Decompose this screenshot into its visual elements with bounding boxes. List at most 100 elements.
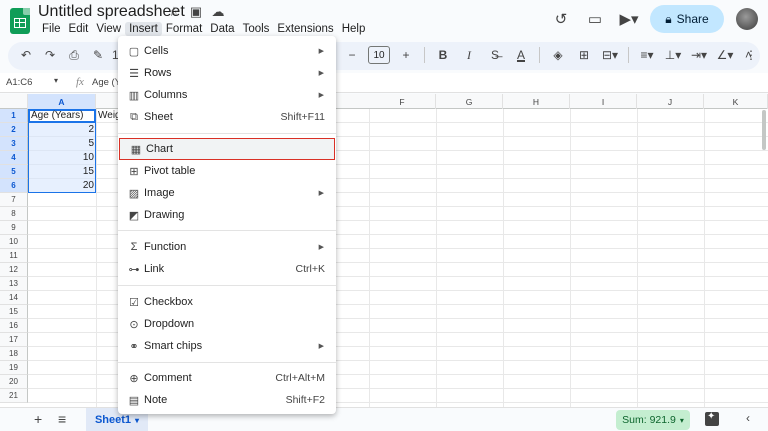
column-header-i[interactable]: I <box>570 94 637 109</box>
row-header-7[interactable]: 7 <box>0 193 28 207</box>
menu-format[interactable]: Format <box>162 22 206 36</box>
sheets-logo-icon[interactable] <box>10 8 30 34</box>
menu-help[interactable]: Help <box>338 22 370 36</box>
decrease-font-size-icon[interactable]: − <box>342 48 362 62</box>
row-header-17[interactable]: 17 <box>0 333 28 347</box>
share-button[interactable]: 🔒︎ Share <box>650 5 724 33</box>
explore-icon[interactable] <box>705 411 719 426</box>
borders-icon[interactable]: ⊞ <box>574 48 594 62</box>
avatar[interactable] <box>736 8 758 30</box>
row-header-4[interactable]: 4 <box>0 151 28 165</box>
menu-data[interactable]: Data <box>206 22 238 36</box>
cloud-status-icon[interactable]: ☁ <box>210 4 226 20</box>
spreadsheet-grid[interactable]: A F G H I J K 1 2 3 4 5 6 7 8 9 10 11 12 13 14 15 16 17 1… <box>0 94 768 407</box>
row-header-9[interactable]: 9 <box>0 221 28 235</box>
row-header-2[interactable]: 2 <box>0 123 28 137</box>
vertical-align-icon[interactable]: ⊥▾ <box>663 48 683 62</box>
vertical-scrollbar[interactable] <box>762 110 766 150</box>
row-header-11[interactable]: 11 <box>0 249 28 263</box>
all-sheets-icon[interactable]: ≡ <box>58 411 66 427</box>
name-box[interactable]: A1:C6 <box>6 77 32 88</box>
menu-item-smart-chips[interactable]: ⚭ Smart chips ▶ <box>118 335 336 357</box>
fill-color-icon[interactable]: ◈ <box>548 48 568 62</box>
row-header-13[interactable]: 13 <box>0 277 28 291</box>
sum-chip[interactable]: Sum: 921.9 ▾ <box>616 410 690 430</box>
strikethrough-icon[interactable]: S̶ <box>485 48 505 62</box>
meet-icon[interactable]: ▶▾ <box>616 6 642 32</box>
row-header-19[interactable]: 19 <box>0 361 28 375</box>
row-header-12[interactable]: 12 <box>0 263 28 277</box>
menu-extensions[interactable]: Extensions <box>273 22 337 36</box>
row-header-21[interactable]: 21 <box>0 389 28 403</box>
menu-edit[interactable]: Edit <box>65 22 93 36</box>
column-header-j[interactable]: J <box>637 94 704 109</box>
menu-item-link[interactable]: ⊶ Link Ctrl+K <box>118 258 336 280</box>
column-header-a[interactable]: A <box>28 94 96 109</box>
menu-item-note[interactable]: ▤ Note Shift+F2 <box>118 389 336 411</box>
increase-font-size-icon[interactable]: + <box>396 48 416 62</box>
star-icon[interactable]: ☆ <box>166 4 182 20</box>
column-header-f[interactable]: F <box>369 94 436 109</box>
cell-a2[interactable]: 2 <box>30 123 94 137</box>
menu-item-dropdown[interactable]: ⊙ Dropdown <box>118 313 336 335</box>
row-header-3[interactable]: 3 <box>0 137 28 151</box>
document-title[interactable]: Untitled spreadsheet <box>38 3 185 21</box>
comments-icon[interactable]: ▭ <box>582 6 608 32</box>
menu-item-sheet[interactable]: ⧉ Sheet Shift+F11 <box>118 106 336 128</box>
collapse-toolbar-icon[interactable]: ˄ <box>745 48 752 62</box>
undo-icon[interactable]: ↶ <box>16 48 36 63</box>
paint-format-icon[interactable]: ✎ <box>88 48 108 63</box>
menu-item-chart[interactable]: ▦ Chart <box>119 138 335 160</box>
row-header-1[interactable]: 1 <box>0 109 28 123</box>
chevron-down-icon[interactable]: ▾ <box>135 416 139 425</box>
menu-item-columns[interactable]: ▥ Columns ▶ <box>118 84 336 106</box>
menu-view[interactable]: View <box>92 22 125 36</box>
select-all-corner[interactable] <box>0 94 28 109</box>
bold-icon[interactable]: B <box>433 48 453 62</box>
cell-a1[interactable]: Age (Years) <box>31 109 95 123</box>
cell-a6[interactable]: 20 <box>30 179 94 193</box>
row-header-16[interactable]: 16 <box>0 319 28 333</box>
menu-item-function[interactable]: Σ Function ▶ <box>118 236 336 258</box>
text-wrap-icon[interactable]: ⇥▾ <box>689 48 709 62</box>
name-box-dropdown-icon[interactable]: ▾ <box>54 76 58 85</box>
column-header-g[interactable]: G <box>436 94 503 109</box>
horizontal-align-icon[interactable]: ≡▾ <box>637 48 657 62</box>
menu-item-comment[interactable]: ⊕ Comment Ctrl+Alt+M <box>118 367 336 389</box>
collapse-side-panel-icon[interactable]: ‹ <box>746 411 750 425</box>
cell-b1[interactable]: Weig <box>98 109 120 123</box>
row-header-8[interactable]: 8 <box>0 207 28 221</box>
image-icon: ▨ <box>128 187 140 200</box>
row-header-18[interactable]: 18 <box>0 347 28 361</box>
history-icon[interactable]: ↺ <box>548 6 574 32</box>
menu-item-pivot-table[interactable]: ⊞ Pivot table <box>118 160 336 182</box>
redo-icon[interactable]: ↷ <box>40 48 60 63</box>
cell-a5[interactable]: 15 <box>30 165 94 179</box>
menu-item-rows[interactable]: ☰ Rows ▶ <box>118 62 336 84</box>
column-header-h[interactable]: H <box>503 94 570 109</box>
font-size-input[interactable]: 10 <box>368 46 390 64</box>
menu-tools[interactable]: Tools <box>239 22 274 36</box>
row-header-15[interactable]: 15 <box>0 305 28 319</box>
merge-cells-icon[interactable]: ⊟▾ <box>600 48 620 62</box>
menu-item-image[interactable]: ▨ Image ▶ <box>118 182 336 204</box>
row-header-20[interactable]: 20 <box>0 375 28 389</box>
row-header-5[interactable]: 5 <box>0 165 28 179</box>
cell-a4[interactable]: 10 <box>30 151 94 165</box>
add-sheet-icon[interactable]: + <box>34 411 42 427</box>
print-icon[interactable]: ⎙ <box>64 48 84 63</box>
menu-file[interactable]: File <box>38 22 65 36</box>
row-header-6[interactable]: 6 <box>0 179 28 193</box>
cell-a3[interactable]: 5 <box>30 137 94 151</box>
move-folder-icon[interactable]: ▣ <box>188 4 204 20</box>
menu-insert[interactable]: Insert <box>125 22 162 36</box>
column-header-k[interactable]: K <box>704 94 768 109</box>
text-rotation-icon[interactable]: ∠▾ <box>715 48 735 62</box>
menu-item-drawing[interactable]: ◩ Drawing <box>118 204 336 226</box>
row-header-10[interactable]: 10 <box>0 235 28 249</box>
menu-item-checkbox[interactable]: ☑ Checkbox <box>118 291 336 313</box>
row-header-14[interactable]: 14 <box>0 291 28 305</box>
text-color-icon[interactable]: A <box>511 48 531 62</box>
italic-icon[interactable]: I <box>459 48 479 63</box>
menu-item-cells[interactable]: ▢ Cells ▶ <box>118 40 336 62</box>
